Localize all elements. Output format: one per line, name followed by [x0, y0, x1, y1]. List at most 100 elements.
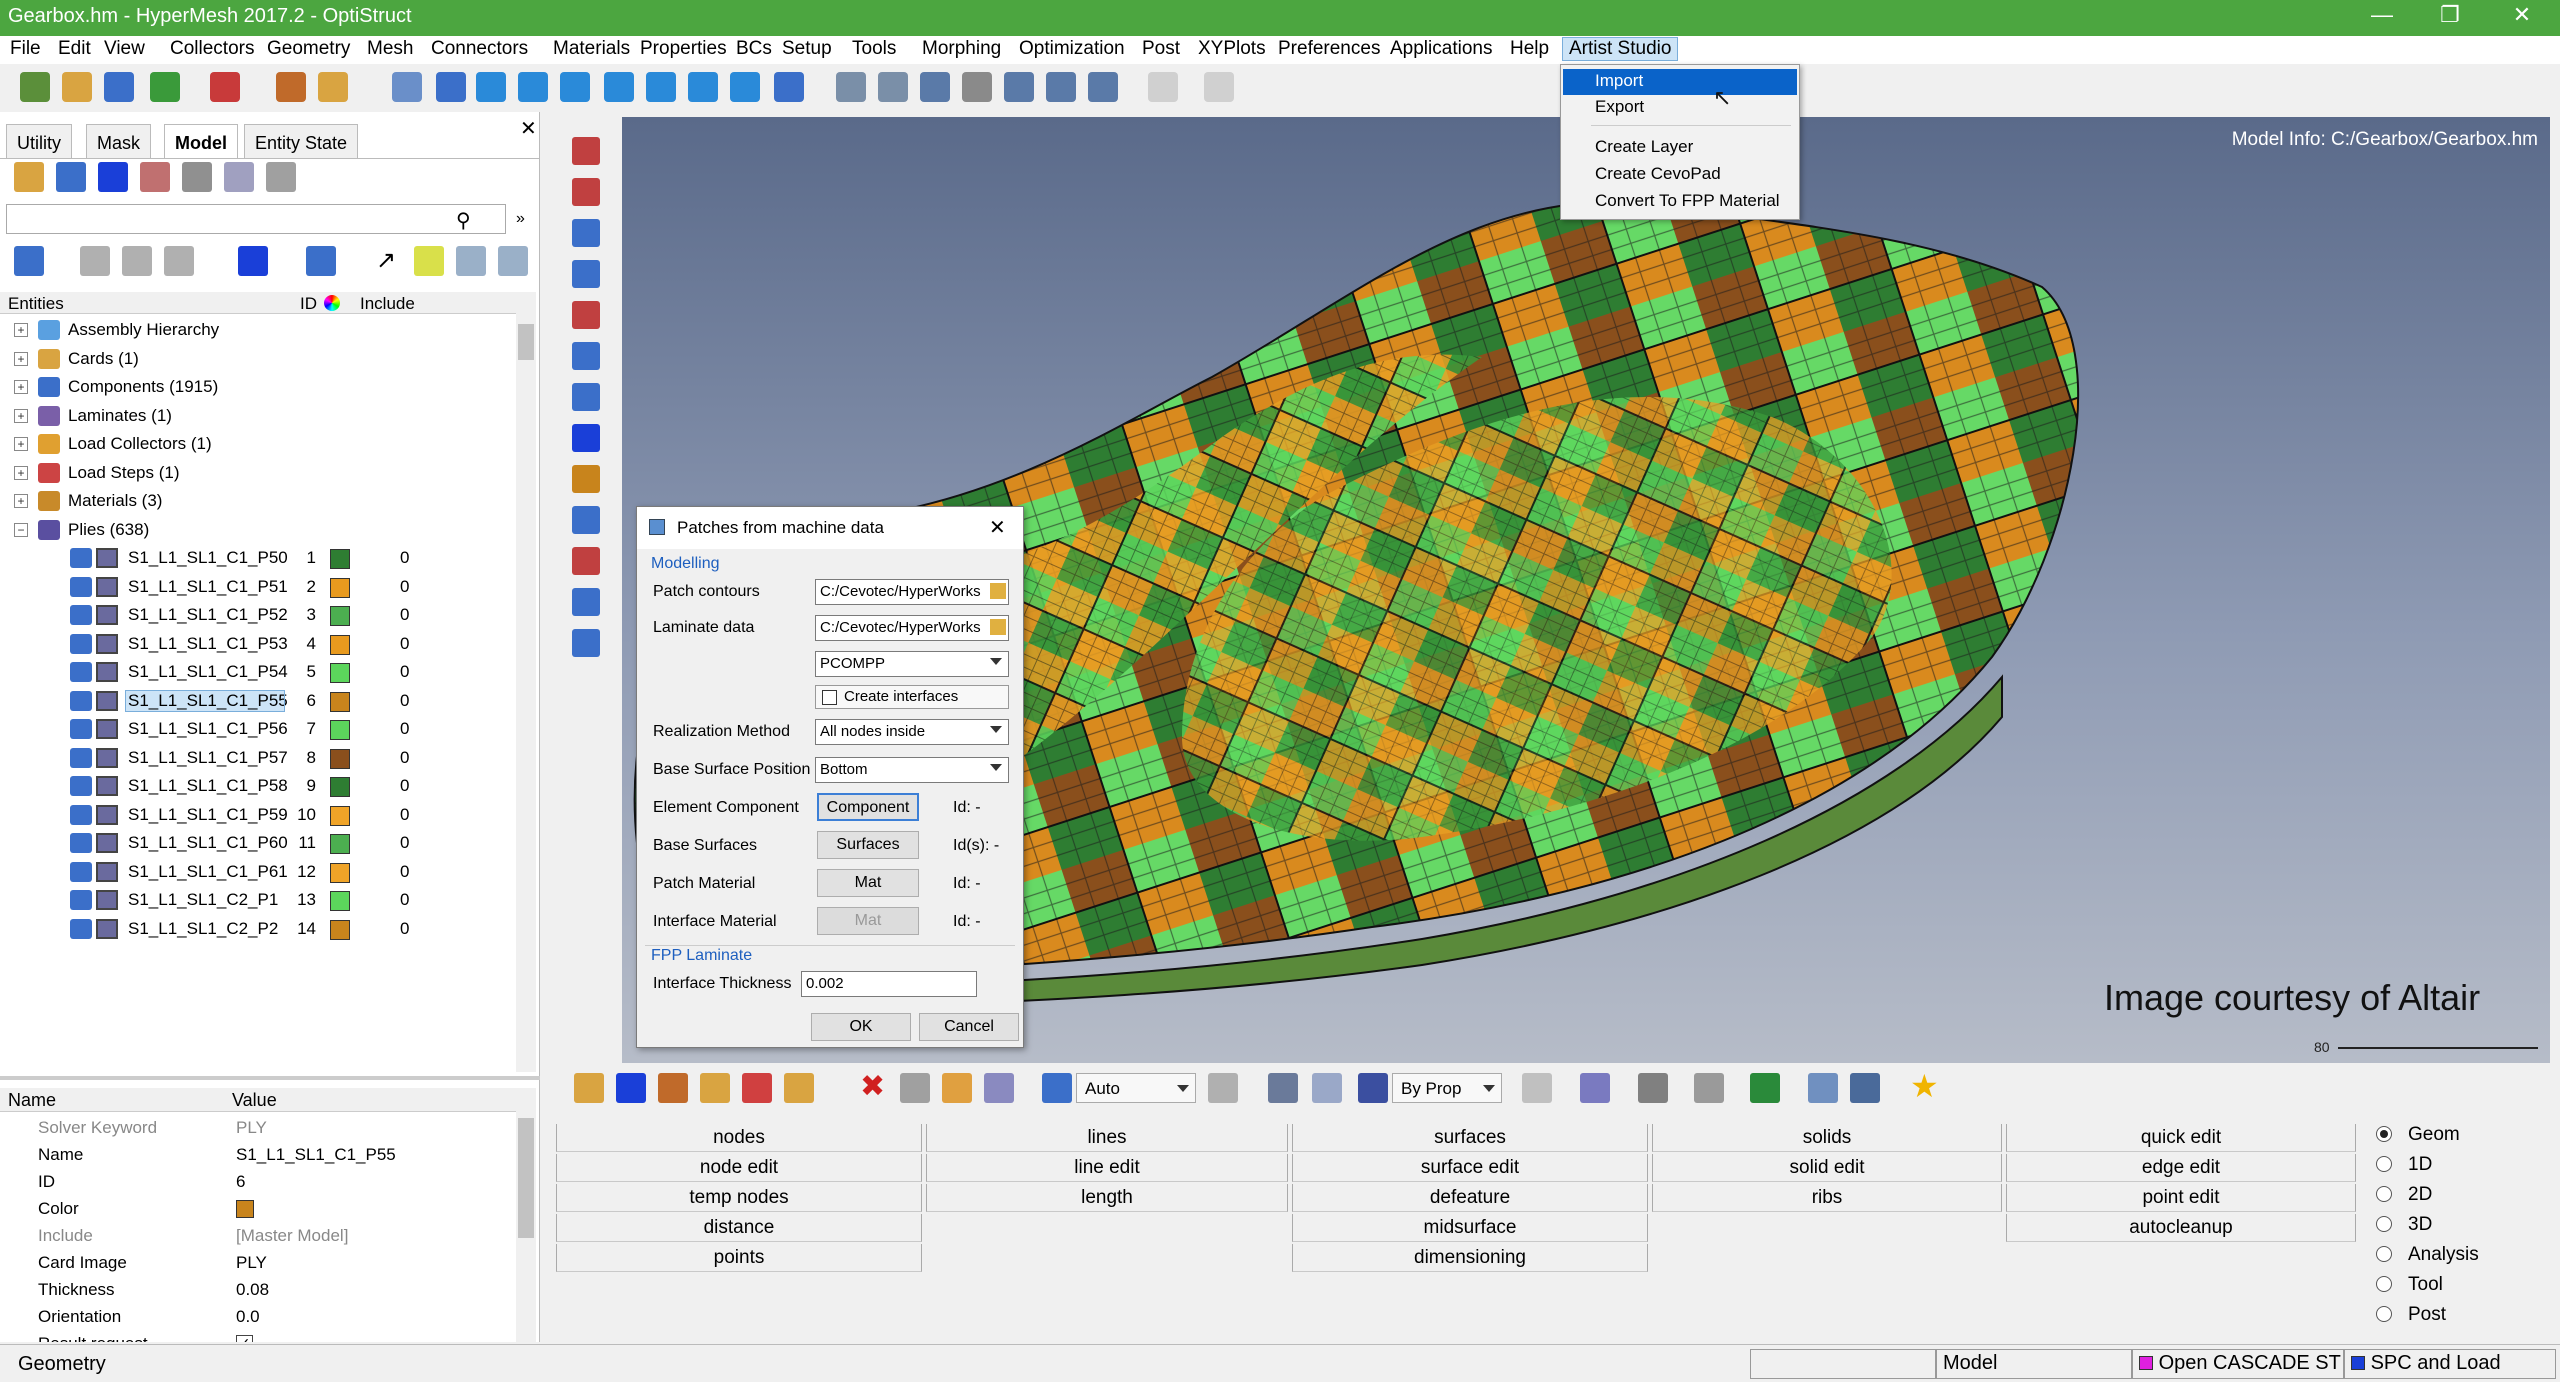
ply-row[interactable]: S1_L1_SL1_C1_P51 2 0: [0, 573, 516, 601]
panel-length[interactable]: length: [926, 1184, 1288, 1212]
settings-icon[interactable]: [266, 162, 296, 192]
menu-properties[interactable]: Properties: [640, 38, 727, 60]
mask-plane-icon[interactable]: [572, 219, 600, 247]
radio-circle[interactable]: [2376, 1216, 2392, 1232]
select-mode-icon[interactable]: [1042, 1073, 1072, 1103]
assembly-icon[interactable]: [140, 162, 170, 192]
load-icon[interactable]: [574, 1073, 604, 1103]
cancel-button[interactable]: Cancel: [919, 1013, 1019, 1041]
axis-rotate-icon[interactable]: [730, 72, 760, 102]
panel-autocleanup[interactable]: autocleanup: [2006, 1214, 2356, 1242]
radio-circle[interactable]: [2376, 1276, 2392, 1292]
ply-color-swatch[interactable]: [330, 919, 350, 940]
ply-color-swatch[interactable]: [330, 834, 350, 854]
menu-connectors[interactable]: Connectors: [431, 38, 528, 60]
radio-circle[interactable]: [2376, 1156, 2392, 1172]
ply-color-swatch[interactable]: [330, 805, 350, 826]
create-icon[interactable]: [658, 1073, 688, 1103]
component-view-icon[interactable]: [14, 162, 44, 192]
ply-color-swatch[interactable]: [330, 577, 350, 598]
patch-mat-button[interactable]: Mat: [817, 869, 919, 897]
radio-1d[interactable]: 1D: [2376, 1154, 2432, 1176]
ply-color-swatch[interactable]: [330, 891, 350, 911]
close-window-button[interactable]: ✕: [2492, 2, 2552, 28]
panel-node-edit[interactable]: node edit: [556, 1154, 922, 1182]
axis-x-icon[interactable]: [476, 72, 506, 102]
restore-button[interactable]: ❐: [2420, 2, 2480, 28]
menu-view[interactable]: View: [104, 38, 145, 60]
interface-mat-button[interactable]: Mat: [817, 907, 919, 935]
axis-z-icon[interactable]: [560, 72, 590, 102]
save-icon[interactable]: [104, 72, 134, 102]
ply-row[interactable]: S1_L1_SL1_C1_P54 5 0: [0, 658, 516, 686]
menu-geometry[interactable]: Geometry: [267, 38, 350, 60]
menu-collectors[interactable]: Collectors: [170, 38, 254, 60]
expand-toggle-icon[interactable]: −: [14, 522, 28, 537]
monitor-icon[interactable]: [1850, 1073, 1880, 1103]
tab-model[interactable]: Model: [164, 124, 238, 158]
expand-toggle-icon[interactable]: +: [14, 465, 28, 480]
shaded-icon[interactable]: [238, 246, 268, 276]
panel-lines[interactable]: lines: [926, 1124, 1288, 1152]
ply-color-swatch[interactable]: [330, 748, 350, 769]
back-icon[interactable]: [436, 72, 466, 102]
create-interfaces-checkbox[interactable]: Create interfaces: [815, 685, 1009, 709]
color-by-select[interactable]: By Prop: [1392, 1073, 1502, 1103]
section-cut-icon[interactable]: [572, 137, 600, 165]
axis-top-icon[interactable]: [688, 72, 718, 102]
panel-surfaces[interactable]: surfaces: [1292, 1124, 1648, 1152]
download-icon[interactable]: [742, 1073, 772, 1103]
ply-row[interactable]: S1_L1_SL1_C1_P56 7 0: [0, 715, 516, 743]
cursor-icon[interactable]: ↗: [376, 246, 406, 276]
menu-preferences[interactable]: Preferences: [1278, 38, 1380, 60]
ply-color-swatch[interactable]: [330, 777, 350, 797]
laminate-data-field[interactable]: C:/Cevotec/HyperWorks: [815, 615, 1009, 641]
ply-row[interactable]: S1_L1_SL1_C1_P52 3 0: [0, 601, 516, 629]
redo-icon[interactable]: [1204, 72, 1234, 102]
reverse-icon[interactable]: [164, 246, 194, 276]
auto-select[interactable]: Auto: [1076, 1073, 1196, 1103]
col-id[interactable]: ID: [300, 294, 317, 314]
search-input[interactable]: [6, 204, 506, 234]
eye-plus-icon[interactable]: [456, 246, 486, 276]
sphere-icon[interactable]: [572, 342, 600, 370]
expand-toggle-icon[interactable]: +: [14, 494, 28, 508]
filter-icon[interactable]: [224, 162, 254, 192]
ply-color-swatch[interactable]: [330, 549, 350, 569]
tree-node[interactable]: + Cards (1): [0, 345, 516, 373]
undo-icon[interactable]: [1148, 72, 1178, 102]
pan-icon[interactable]: [920, 72, 950, 102]
move-vertical-icon[interactable]: [1046, 72, 1076, 102]
realization-select[interactable]: All nodes inside: [815, 719, 1009, 745]
radio-tool[interactable]: Tool: [2376, 1274, 2443, 1296]
layer-icon[interactable]: [572, 301, 600, 329]
import-icon[interactable]: [150, 72, 180, 102]
axis-bottom-icon[interactable]: [646, 72, 676, 102]
base-pos-select[interactable]: Bottom: [815, 757, 1009, 783]
isolate-icon[interactable]: [80, 246, 110, 276]
fit-icon[interactable]: [836, 72, 866, 102]
expand-toggle-icon[interactable]: +: [14, 437, 28, 451]
numbering-icon[interactable]: [572, 424, 600, 452]
radio-2d[interactable]: 2D: [2376, 1184, 2432, 1206]
ply-row[interactable]: S1_L1_SL1_C1_P60 11 0: [0, 829, 516, 857]
panel-edge-edit[interactable]: edge edit: [2006, 1154, 2356, 1182]
menu-item-export[interactable]: Export: [1595, 97, 1644, 117]
interface-thk-input[interactable]: 0.002: [801, 971, 977, 997]
radio-3d[interactable]: 3D: [2376, 1214, 2432, 1236]
radio-circle[interactable]: [2376, 1246, 2392, 1262]
star-icon[interactable]: ★: [1910, 1067, 1939, 1105]
tab-mask[interactable]: Mask: [86, 124, 152, 158]
panel-distance[interactable]: distance: [556, 1214, 922, 1242]
label-abc-icon[interactable]: [572, 506, 600, 534]
cube-icon[interactable]: [1312, 1073, 1342, 1103]
menu-xyplots[interactable]: XYPlots: [1198, 38, 1266, 60]
by-prop-icon[interactable]: [1358, 1073, 1388, 1103]
grid-icon[interactable]: [1808, 1073, 1838, 1103]
panel-line-edit[interactable]: line edit: [926, 1154, 1288, 1182]
props-scroll-thumb[interactable]: [518, 1118, 534, 1238]
hand-icon[interactable]: [962, 72, 992, 102]
open-model-icon[interactable]: [20, 72, 50, 102]
ply-row[interactable]: S1_L1_SL1_C1_P59 10 0: [0, 801, 516, 829]
show-icon[interactable]: [14, 246, 44, 276]
